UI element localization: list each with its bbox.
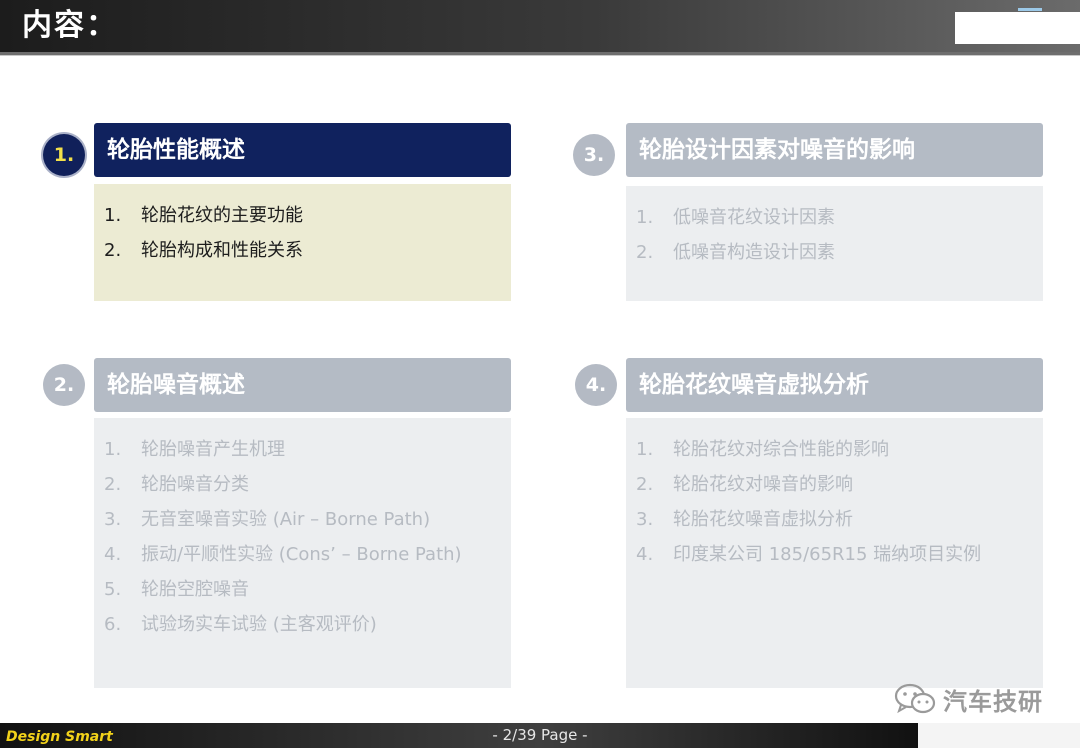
list-item: 2. 低噪音构造设计因素 (626, 235, 1043, 270)
item-number: 2. (104, 474, 122, 495)
section-2-badge: 2. (43, 364, 85, 406)
item-number: 1. (636, 207, 654, 228)
item-text: 轮胎噪音产生机理 (141, 439, 285, 460)
item-number: 5. (104, 579, 122, 600)
item-text: 轮胎空腔噪音 (141, 579, 249, 600)
wechat-icon (894, 683, 936, 714)
list-item: 1. 轮胎噪音产生机理 (94, 432, 511, 467)
list-item: 3. 无音室噪音实验 (Air – Borne Path) (94, 502, 511, 537)
item-number: 3. (636, 509, 654, 530)
list-item: 5. 轮胎空腔噪音 (94, 572, 511, 607)
section-4-body: 1. 轮胎花纹对综合性能的影响 2. 轮胎花纹对噪音的影响 3. 轮胎花纹噪音虚拟分析… (626, 418, 1043, 688)
section-3-body: 1. 低噪音花纹设计因素 2. 低噪音构造设计因素 (626, 186, 1043, 301)
item-text: 轮胎构成和性能关系 (141, 240, 303, 261)
list-item: 4. 振动/平顺性实验 (Cons’ – Borne Path) (94, 537, 511, 572)
section-4-header[interactable]: 轮胎花纹噪音虚拟分析 (626, 358, 1043, 412)
item-number: 2. (636, 242, 654, 263)
list-item: 1. 低噪音花纹设计因素 (626, 200, 1043, 235)
list-item: 3. 轮胎花纹噪音虚拟分析 (626, 502, 1043, 537)
item-text: 振动/平顺性实验 (Cons’ – Borne Path) (141, 544, 462, 565)
list-item: 2. 轮胎花纹对噪音的影响 (626, 467, 1043, 502)
list-item: 1. 轮胎花纹对综合性能的影响 (626, 432, 1043, 467)
item-text: 低噪音构造设计因素 (673, 242, 835, 263)
item-number: 4. (636, 544, 654, 565)
item-text: 轮胎花纹对综合性能的影响 (673, 439, 889, 460)
section-2-header[interactable]: 轮胎噪音概述 (94, 358, 511, 412)
list-item: 4. 印度某公司 185/65R15 瑞纳项目实例 (626, 537, 1043, 572)
item-number: 1. (636, 439, 654, 460)
page-title: 内容： (22, 8, 118, 43)
page-indicator: - 2/39 Page - (492, 726, 588, 744)
list-item: 2. 轮胎噪音分类 (94, 467, 511, 502)
watermark: 汽车技研 (893, 680, 1043, 718)
item-number: 2. (104, 240, 122, 261)
item-number: 2. (636, 474, 654, 495)
logo-placeholder (955, 12, 1080, 44)
section-4-badge: 4. (575, 364, 617, 406)
item-text: 轮胎花纹的主要功能 (141, 205, 303, 226)
section-2-body: 1. 轮胎噪音产生机理 2. 轮胎噪音分类 3. 无音室噪音实验 (Air – Bor… (94, 418, 511, 688)
item-number: 4. (104, 544, 122, 565)
item-text: 印度某公司 185/65R15 瑞纳项目实例 (673, 544, 982, 565)
section-1-badge: 1. (43, 134, 85, 176)
item-text: 轮胎花纹对噪音的影响 (673, 474, 853, 495)
list-item: 2. 轮胎构成和性能关系 (94, 233, 511, 268)
title-bar (0, 0, 1080, 52)
item-text: 无音室噪音实验 (Air – Borne Path) (141, 509, 431, 530)
section-3-badge: 3. (573, 134, 615, 176)
item-text: 试验场实车试验 (主客观评价) (141, 614, 377, 635)
list-item: 1. 轮胎花纹的主要功能 (94, 198, 511, 233)
watermark-text: 汽车技研 (943, 687, 1043, 716)
item-text: 轮胎花纹噪音虚拟分析 (673, 509, 853, 530)
item-text: 轮胎噪音分类 (141, 474, 249, 495)
item-number: 1. (104, 205, 122, 226)
item-number: 3. (104, 509, 122, 530)
title-divider-light (0, 55, 1080, 56)
item-text: 低噪音花纹设计因素 (673, 207, 835, 228)
list-item: 6. 试验场实车试验 (主客观评价) (94, 607, 511, 642)
section-1-body: 1. 轮胎花纹的主要功能 2. 轮胎构成和性能关系 (94, 184, 511, 301)
section-1-header[interactable]: 轮胎性能概述 (94, 123, 511, 177)
logo-accent (1018, 8, 1042, 11)
item-number: 6. (104, 614, 122, 635)
section-3-header[interactable]: 轮胎设计因素对噪音的影响 (626, 123, 1043, 177)
item-number: 1. (104, 439, 122, 460)
